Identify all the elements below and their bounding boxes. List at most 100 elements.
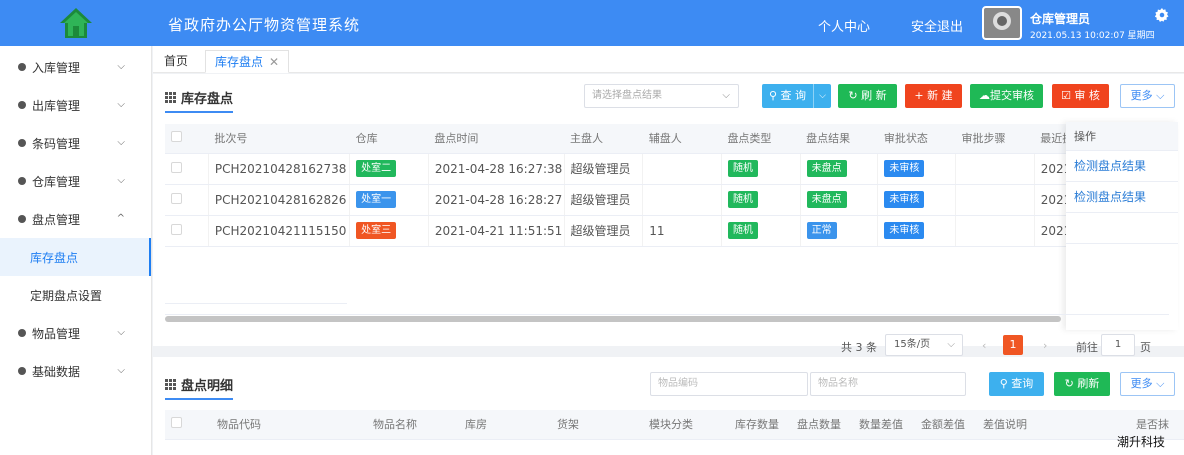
column-header[interactable]: 货架 [551,410,643,440]
audit-button[interactable]: ☑ 审 核 [1052,84,1109,108]
sidebar-item-inventory[interactable]: 盘点管理 ^ [0,200,151,238]
column-header[interactable]: 主盘人 [564,124,643,154]
chevron-down-icon: ⌵ [117,61,125,72]
prev-page-icon[interactable]: ‹ [982,339,986,352]
column-header[interactable]: 辅盘人 [642,124,722,154]
column-header[interactable]: 盘点结果 [800,124,878,154]
divider [165,314,1169,315]
refresh-button[interactable]: ↻ 刷 新 [838,84,897,108]
page-size-select[interactable]: 15条/页 ⌵ [885,334,963,356]
avatar[interactable] [982,6,1022,40]
home-logo-icon[interactable] [0,0,152,46]
sidebar-item-barcode[interactable]: 条码管理 ⌵ [0,124,151,162]
detail-query-button[interactable]: ⚲ 查询 [989,372,1044,396]
column-header[interactable]: 盘点数量 [791,410,853,440]
table-row[interactable]: PCH20210428162826 处室一 2021-04-28 16:28:2… [165,184,1169,216]
row-checkbox[interactable] [171,192,182,204]
select-all-checkbox[interactable] [171,131,182,143]
inventory-panel-title: 库存盘点 [165,88,234,113]
horizontal-scrollbar[interactable] [165,316,1061,322]
detail-more-button[interactable]: 更多 ⌵ [1120,372,1175,396]
refresh-icon: ↻ [1064,377,1078,390]
search-icon: ⚲ [999,377,1012,390]
column-header[interactable]: 差值说明 [977,410,1130,440]
sidebar: 入库管理 ⌵ 出库管理 ⌵ 条码管理 ⌵ 仓库管理 ⌵ 盘点管理 ^ 库存盘点 定期盘点设… [0,46,152,455]
menu-dot-icon [18,101,26,109]
column-header[interactable]: 盘点类型 [721,124,801,154]
sidebar-item-outbound[interactable]: 出库管理 ⌵ [0,86,151,124]
type-tag: 随机 [727,191,758,208]
type-tag: 随机 [727,222,758,239]
next-page-icon[interactable]: › [1043,339,1047,352]
inventory-table: 批次号 仓库 盘点时间 主盘人 辅盘人 盘点类型 盘点结果 审批状态 审批步骤 … [165,124,1169,247]
column-header[interactable]: 盘点时间 [428,124,565,154]
sidebar-item-warehouse[interactable]: 仓库管理 ⌵ [0,162,151,200]
batch-link[interactable]: PCH20210428162738 [208,153,351,185]
gear-icon[interactable] [1155,8,1169,22]
menu-dot-icon [18,139,26,147]
count-time: 2021-04-28 16:28:27 [428,184,565,216]
select-all-checkbox[interactable] [171,417,182,429]
grid-icon [165,92,176,103]
detail-panel: 盘点明细 物品编码 物品名称 ⚲ 查询 ↻ 刷新 更多 ⌵ 物品代码 物品名称 … [153,357,1184,455]
inventory-panel: 库存盘点 请选择盘点结果 ⌵ ⚲ 查 询 ⌵ ↻ 刷 新 + 新 建 ☁提交审核 … [153,74,1184,356]
column-header[interactable]: 库存数量 [729,410,791,440]
query-button[interactable]: ⚲ 查 询 ⌵ [762,84,831,108]
batch-link[interactable]: PCH20210421115150 [208,215,351,247]
assist-counter: 11 [642,215,722,247]
chevron-down-icon: ⌵ [947,339,955,350]
goto-page-input[interactable]: 1 [1101,334,1135,356]
close-icon[interactable]: ✕ [269,55,279,69]
column-header[interactable]: 仓库 [349,124,429,154]
table-row[interactable]: PCH20210428162738 处室二 2021-04-28 16:27:3… [165,153,1169,185]
approval-step [955,184,1035,216]
profile-link[interactable]: 个人中心 [818,16,870,35]
submit-review-button[interactable]: ☁提交审核 [970,84,1043,108]
column-header: 操作 [1066,122,1178,151]
assist-counter [642,184,722,216]
approval-step [955,153,1035,185]
row-checkbox[interactable] [171,223,182,235]
table-header: 物品代码 物品名称 库房 货架 模块分类 库存数量 盘点数量 数量差值 金额差值… [165,410,1184,440]
column-header[interactable]: 金额差值 [915,410,977,440]
more-button[interactable]: 更多 ⌵ [1120,84,1175,108]
tab-stock-count[interactable]: 库存盘点 ✕ [205,50,290,73]
column-header[interactable]: 数量差值 [853,410,915,440]
sidebar-item-goods[interactable]: 物品管理 ⌵ [0,314,151,352]
grid-icon [165,379,176,390]
menu-dot-icon [18,367,26,375]
column-header[interactable]: 模块分类 [643,410,729,440]
column-header[interactable]: 物品名称 [367,410,459,440]
menu-dot-icon [18,215,26,223]
sidebar-subitem-stock-count[interactable]: 库存盘点 [0,238,151,276]
item-code-input[interactable]: 物品编码 [650,372,808,396]
column-header[interactable]: 审批状态 [877,124,956,154]
check-result-link[interactable]: 检测盘点结果 [1066,182,1178,213]
user-datetime: 2021.05.13 10:02:07 星期四 [1030,31,1155,41]
column-header[interactable]: 审批步骤 [955,124,1035,154]
item-name-input[interactable]: 物品名称 [810,372,966,396]
divider [165,303,347,304]
table-row[interactable]: PCH20210421115150 处室三 2021-04-21 11:51:5… [165,215,1169,247]
row-checkbox[interactable] [171,161,182,173]
tab-bar: 首页 库存盘点 ✕ [153,46,1184,73]
total-count: 共 3 条 [841,341,877,354]
result-filter-select[interactable]: 请选择盘点结果 ⌵ [584,84,739,108]
sidebar-item-basic-data[interactable]: 基础数据 ⌵ [0,352,151,390]
column-header[interactable]: 库房 [459,410,551,440]
chevron-down-icon: ⌵ [117,327,125,338]
check-result-link[interactable]: 检测盘点结果 [1066,151,1178,182]
tab-home[interactable]: 首页 [155,50,197,73]
audit-icon: ☑ [1061,89,1075,102]
column-header[interactable]: 物品代码 [211,410,367,440]
page-number-current[interactable]: 1 [1003,335,1023,355]
detail-refresh-button[interactable]: ↻ 刷新 [1054,372,1110,396]
logout-link[interactable]: 安全退出 [911,16,963,35]
new-button[interactable]: + 新 建 [905,84,962,108]
batch-link[interactable]: PCH20210428162826 [208,184,351,216]
actions-fixed-column: 操作 检测盘点结果 检测盘点结果 [1066,122,1178,330]
column-header[interactable]: 批次号 [208,124,350,154]
sidebar-item-inbound[interactable]: 入库管理 ⌵ [0,48,151,86]
query-dropdown-icon[interactable]: ⌵ [813,84,831,108]
sidebar-subitem-scheduled-count[interactable]: 定期盘点设置 [0,276,151,314]
